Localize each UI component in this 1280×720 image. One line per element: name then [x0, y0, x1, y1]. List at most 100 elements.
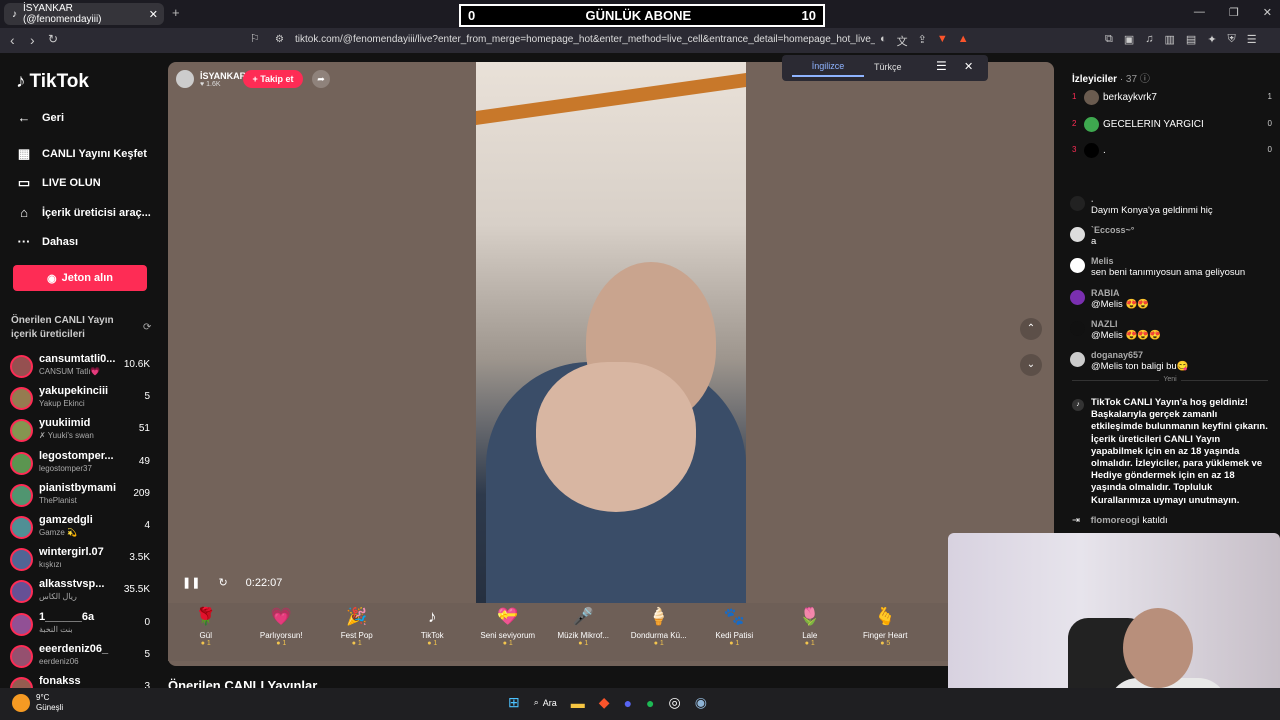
nav-explore-live[interactable]: ▦ CANLI Yayını Keşfet — [16, 146, 147, 162]
gift-price: ● 1 — [427, 640, 438, 647]
site-settings-icon[interactable]: ⚙ — [275, 34, 284, 45]
gift-item[interactable]: 🍦 Dondurma Kü... ● 1 — [621, 603, 697, 661]
weather-widget[interactable]: 9°C Güneşli — [12, 693, 63, 713]
pause-icon[interactable]: ❚❚ — [182, 576, 200, 589]
reload-icon[interactable]: ↻ — [48, 32, 58, 46]
gift-name: Gül — [199, 631, 212, 640]
info-icon[interactable]: ⓘ — [1140, 74, 1150, 85]
viewer-rank: 3 — [1072, 145, 1077, 154]
more-dots-icon: ··· — [17, 234, 31, 249]
gift-price: ● 1 — [578, 640, 589, 647]
screenshot-icon[interactable]: ▣ — [1124, 33, 1134, 46]
url-field[interactable]: tiktok.com/@fenomendayiii/live?enter_fro… — [295, 34, 875, 45]
discord-icon[interactable]: ● — [624, 695, 632, 711]
chrome-icon[interactable]: ◎ — [669, 694, 681, 711]
creator-item[interactable]: yakupekinciii Yakup Ekinci 5 — [10, 385, 152, 415]
joined-name[interactable]: flomoreogi — [1091, 515, 1140, 526]
music-icon[interactable]: ♫ — [1145, 33, 1153, 46]
translate-to-tab[interactable]: Türkçe — [874, 55, 902, 79]
live-stream-player[interactable]: İSYANKAR ♥ 1.6K + Takip et ➦ ❚❚ ↻ 0:22:0… — [168, 62, 1054, 666]
brave-browser-icon[interactable]: ◆ — [599, 694, 610, 711]
share-arrow-icon[interactable]: ➦ — [312, 70, 330, 88]
chat-message[interactable]: . Dayım Konya'ya geldinmi hiç — [1070, 194, 1270, 222]
share-icon[interactable]: ⇪ — [918, 33, 927, 49]
creator-item[interactable]: yuukiimid ✗ Yuuki's swan 51 — [10, 417, 152, 447]
host-info[interactable]: İSYANKAR ♥ 1.6K — [176, 70, 246, 88]
refresh-icon[interactable]: ⟳ — [143, 322, 151, 333]
creator-item[interactable]: legostomper... legostomper37 49 — [10, 450, 152, 480]
top-viewer-row[interactable]: 1 berkaykvrk7 1 — [1072, 90, 1272, 106]
creator-item[interactable]: alkasstvsp... ريال الكاس 35.5K — [10, 578, 152, 608]
previous-stream-icon[interactable]: ⌃ — [1020, 318, 1042, 340]
file-explorer-icon[interactable]: ▬ — [571, 695, 585, 711]
gift-item[interactable]: 💗 Parlıyorsun! ● 1 — [244, 603, 320, 661]
gift-item[interactable]: 🎉 Fest Pop ● 1 — [319, 603, 395, 661]
gift-item[interactable]: 🌹 Gül ● 1 — [168, 603, 244, 661]
viewer-score: 1 — [1267, 92, 1272, 101]
gift-item[interactable]: 🎤 Müzik Mikrof... ● 1 — [546, 603, 622, 661]
gift-item[interactable]: 🌷 Lale ● 1 — [772, 603, 848, 661]
extensions-icon[interactable]: ⧉ — [1105, 33, 1113, 46]
minimize-icon[interactable]: — — [1194, 6, 1205, 19]
webcam-person-head — [1123, 608, 1193, 688]
gift-item[interactable]: 💝 Seni seviyorum ● 1 — [470, 603, 546, 661]
brave-rewards-icon[interactable]: ▲ — [958, 33, 969, 49]
nav-go-live[interactable]: ▭ LIVE OLUN — [16, 175, 101, 191]
follow-button[interactable]: + Takip et — [243, 70, 303, 88]
top-viewer-row[interactable]: 2 GECELERIN YARGICI 0 — [1072, 116, 1272, 133]
creator-item[interactable]: wintergirl.07 kışkızı 3.5K — [10, 546, 152, 576]
sidebar-toggle-icon[interactable]: ▥ — [1165, 33, 1175, 46]
gift-price-value: 1 — [357, 640, 362, 647]
translate-menu-icon[interactable]: ☰ — [936, 59, 947, 73]
menu-icon[interactable]: ☰ — [1247, 33, 1257, 46]
translate-from-tab[interactable]: İngilizce — [792, 55, 864, 77]
next-stream-icon[interactable]: ⌄ — [1020, 354, 1042, 376]
maximize-icon[interactable]: ❐ — [1229, 6, 1239, 19]
wallet-icon[interactable]: ▤ — [1186, 33, 1196, 46]
new-messages-divider: Yeni — [1072, 376, 1268, 388]
browser-tab[interactable]: ♪ İSYANKAR (@fenomendayiii) ✕ — [4, 3, 164, 25]
chat-message[interactable]: NAZLI @Melis 😍😍😍 — [1070, 319, 1270, 347]
host-avatar[interactable] — [176, 70, 194, 88]
translate-close-icon[interactable]: ✕ — [964, 60, 973, 73]
back-link[interactable]: ← Geri — [16, 110, 65, 125]
get-coins-button[interactable]: ◉ Jeton alın — [13, 265, 147, 291]
vpn-icon[interactable]: ⛨ — [1228, 33, 1236, 46]
new-tab-icon[interactable]: + — [172, 5, 180, 20]
gift-price-value: 1 — [282, 640, 287, 647]
gift-item[interactable]: 🐾 Kedi Patisi ● 1 — [697, 603, 773, 661]
brave-shield-icon[interactable]: ▼ — [937, 33, 948, 49]
creator-item[interactable]: 1______6a بنت النخبة 0 — [10, 611, 152, 641]
chat-message[interactable]: RABIA @Melis 😍😍 — [1070, 288, 1270, 316]
viewers-header[interactable]: İzleyiciler · 37 ⓘ — [1072, 70, 1150, 85]
creator-item[interactable]: gamzedgli Gamze 💫 4 — [10, 514, 152, 544]
chat-avatar — [1070, 196, 1085, 211]
chat-message[interactable]: Melis sen beni tanımıyosun ama geliyosun — [1070, 256, 1270, 284]
creator-item[interactable]: cansumtatli0... CANSUM Tatlı💗 10.6K — [10, 353, 152, 383]
tiktok-logo[interactable]: ♪ TikTok — [16, 71, 89, 93]
creator-item[interactable]: eeerdeniz06_ eerdeniz06 5 — [10, 643, 152, 673]
spotify-icon[interactable]: ● — [646, 695, 654, 711]
tab-close-icon[interactable]: ✕ — [149, 8, 158, 21]
bookmark-icon[interactable]: ⚐ — [250, 32, 260, 45]
translate-icon[interactable]: 文 — [897, 33, 908, 49]
nav-more[interactable]: ··· Dahası — [16, 234, 79, 249]
chat-message[interactable]: `Eccoss~° a — [1070, 225, 1270, 253]
steam-icon[interactable]: ◉ — [695, 694, 707, 711]
tiktok-sidebar: ♪ TikTok ← Geri ▦ CANLI Yayını Keşfet ▭ … — [0, 53, 160, 700]
live-video[interactable] — [476, 62, 746, 603]
window-close-icon[interactable]: ✕ — [1263, 6, 1272, 19]
top-viewer-row[interactable]: 3 . 0 — [1072, 143, 1272, 159]
windows-start-icon[interactable]: ⊞ — [508, 694, 520, 711]
taskbar-search[interactable]: ⌕ Ara — [534, 697, 557, 708]
forward-arrow-icon[interactable]: › — [30, 32, 35, 48]
gift-item[interactable]: ♪ TikTok ● 1 — [395, 603, 471, 661]
creator-item[interactable]: pianistbymami ThePlanist 209 — [10, 482, 152, 512]
nav-creator-tools[interactable]: ⌂ İçerik üreticisi araç... — [16, 205, 151, 220]
leo-ai-icon[interactable]: ✦ — [1207, 33, 1216, 46]
read-mode-icon[interactable]: ◐ — [880, 33, 887, 49]
chat-message[interactable]: doganay657 @Melis ton baligi bu😋 — [1070, 350, 1270, 378]
back-arrow-icon[interactable]: ‹ — [10, 32, 15, 48]
replay-icon[interactable]: ↻ — [218, 576, 227, 589]
gift-item[interactable]: 🫰 Finger Heart ● 5 — [848, 603, 924, 661]
